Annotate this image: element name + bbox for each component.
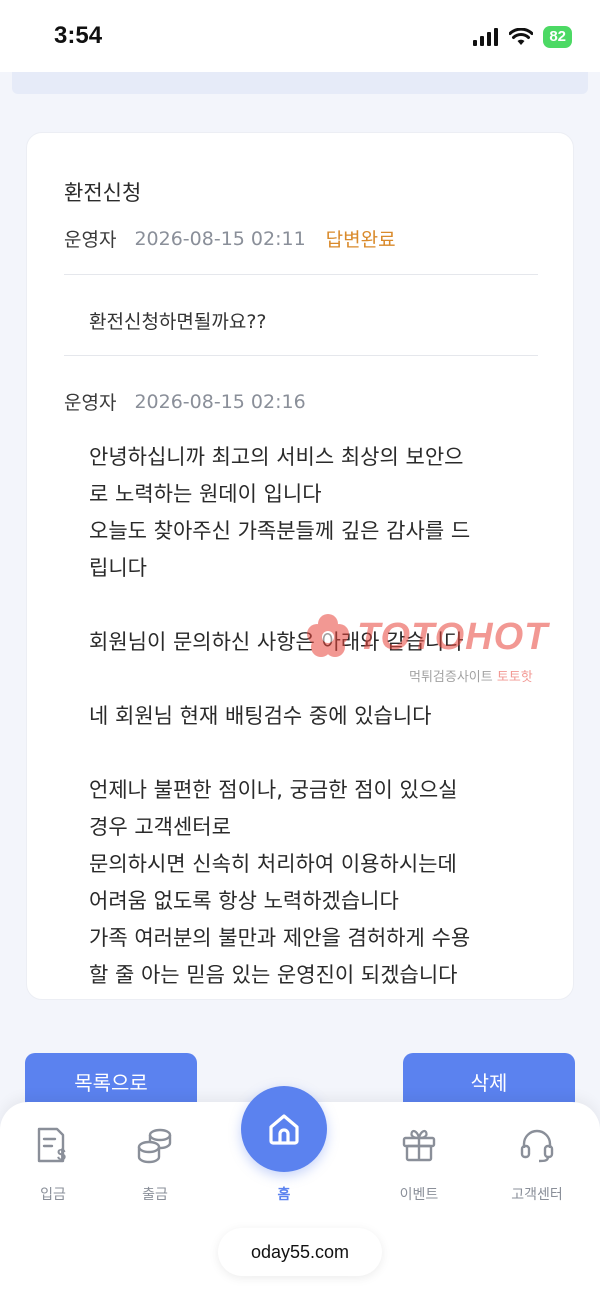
svg-text:$: $ [57,1147,66,1164]
nav-label-deposit: 입금 [40,1187,66,1203]
reply-meta: 운영자 2026-08-15 02:16 [64,388,326,415]
status-badge: 답변완료 [325,229,396,251]
nav-label-home: 홈 [277,1187,291,1203]
url-bar[interactable]: oday55.com [218,1228,382,1276]
divider [64,355,538,356]
nav-item-support[interactable]: 고객센터 [492,1126,582,1204]
watermark-brand: TOTOHOT [357,616,549,658]
headset-icon [520,1129,554,1163]
reply-body: 안녕하십니까 최고의 서비스 최상의 보안으 로 노력하는 원데이 입니다 오늘… [89,445,471,987]
post-card: 환전신청 운영자 2026-08-15 02:11 답변완료 환전신청하면될까요… [26,132,574,1000]
post-title: 환전신청 [64,181,142,205]
nav-item-withdraw[interactable]: 출금 [110,1126,200,1204]
coins-icon [137,1128,172,1164]
signal-icon [473,28,499,46]
home-icon [269,1114,299,1145]
status-icons: 82 [473,26,572,48]
status-bar: 3:54 82 [0,0,600,72]
reply-author: 운영자 [64,392,117,414]
nav-item-event[interactable]: 이벤트 [374,1126,464,1204]
deposit-icon: $ [37,1127,66,1164]
post-date: 2026-08-15 02:11 [134,227,306,250]
reply-date: 2026-08-15 02:16 [134,390,306,413]
flower-logo-icon [307,614,349,657]
watermark-sub-brand: 토토핫 [496,670,533,685]
wifi-icon [509,28,534,45]
status-time: 3:54 [54,22,103,49]
bottom-nav: $ 입금 출금 홈 이벤트 고객센터 oday55.com [0,1086,600,1298]
watermark: TOTOHOT 먹튀검증사이트 토토핫 [305,612,595,692]
watermark-sub-prefix: 먹튀검증사이트 [409,670,493,685]
nav-home-button[interactable] [241,1086,327,1172]
watermark-subtitle: 먹튀검증사이트 토토핫 [409,666,533,685]
nav-label-support: 고객센터 [511,1187,563,1203]
battery-icon: 82 [543,26,572,48]
post-meta: 운영자 2026-08-15 02:11 답변완료 [64,225,396,252]
nav-item-deposit[interactable]: $ 입금 [8,1126,98,1204]
question-text: 환전신청하면될까요?? [89,311,267,333]
nav-label-withdraw: 출금 [142,1187,168,1203]
top-banner-strip [12,72,588,94]
divider [64,274,538,275]
gift-icon [402,1129,436,1162]
post-author: 운영자 [64,229,117,251]
nav-label-event: 이벤트 [399,1187,439,1203]
